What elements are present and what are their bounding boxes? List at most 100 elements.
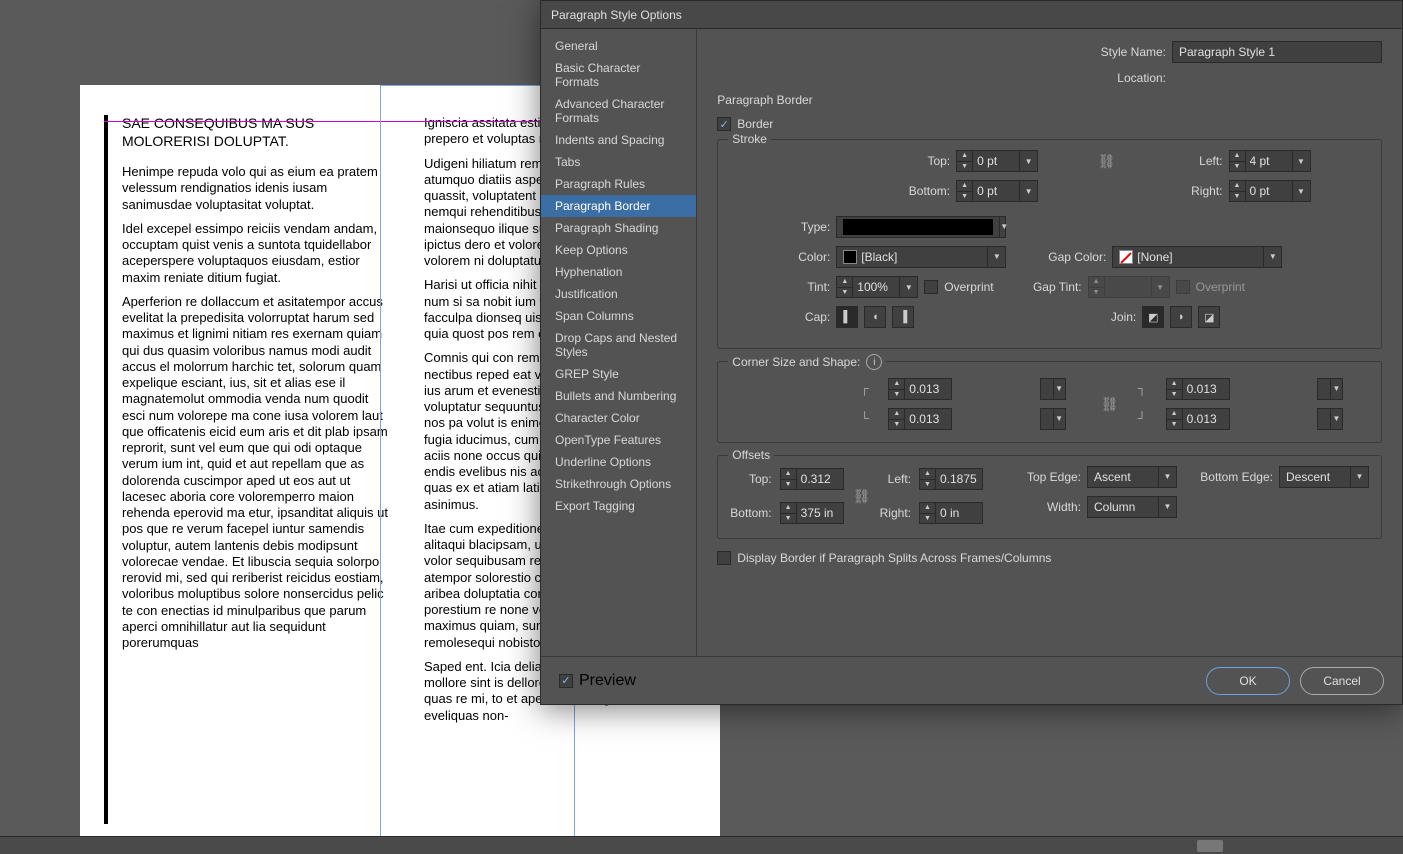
corner-br-shape[interactable]: ▼ — [1317, 408, 1343, 430]
offset-left-spinner[interactable]: ▲▼ — [919, 468, 983, 490]
corner-bl-spinner[interactable]: ▲▼ — [888, 408, 1031, 430]
corner-tl-shape[interactable]: ▼ — [1040, 378, 1066, 400]
sidebar-item-strikethrough-options[interactable]: Strikethrough Options — [541, 473, 696, 495]
gap-overprint-label: Overprint — [1196, 280, 1245, 294]
cap-butt-icon[interactable]: ▌ — [836, 306, 858, 328]
sidebar-item-indents-and-spacing[interactable]: Indents and Spacing — [541, 129, 696, 151]
bottom-edge-label: Bottom Edge: — [1183, 470, 1273, 484]
sidebar-item-span-columns[interactable]: Span Columns — [541, 305, 696, 327]
dropdown-icon[interactable]: ▼ — [1020, 150, 1038, 172]
horizontal-scrollbar[interactable] — [0, 836, 1403, 854]
style-name-input[interactable] — [1172, 41, 1382, 63]
body-paragraph: Henimpe repuda volo qui as eium ea prate… — [122, 164, 394, 213]
sidebar-item-advanced-character-formats[interactable]: Advanced Character Formats — [541, 93, 696, 129]
scroll-thumb[interactable] — [1197, 840, 1223, 852]
type-label: Type: — [730, 220, 830, 234]
stroke-bottom-label: Bottom: — [850, 184, 956, 198]
corner-legend: Corner Size and Shape: — [732, 355, 860, 369]
style-name-label: Style Name: — [1066, 45, 1166, 59]
corner-bl-icon: └ — [860, 411, 876, 427]
dropdown-icon[interactable]: ▼ — [1293, 180, 1311, 202]
corner-link-icon[interactable]: ⛓ — [1100, 396, 1120, 413]
link-icon[interactable]: ⛓ — [852, 488, 872, 505]
offset-right-spinner[interactable]: ▲▼ — [919, 502, 983, 524]
corner-tl-spinner[interactable]: ▲▼ — [888, 378, 1031, 400]
sidebar-item-paragraph-border[interactable]: Paragraph Border — [541, 195, 696, 217]
cap-projecting-icon[interactable]: ▐ — [892, 306, 914, 328]
dropdown-icon[interactable]: ▼ — [1293, 150, 1311, 172]
color-label: Color: — [730, 250, 830, 264]
sidebar-item-underline-options[interactable]: Underline Options — [541, 451, 696, 473]
join-miter-icon[interactable]: ◩ — [1142, 306, 1164, 328]
offsets-legend: Offsets — [728, 448, 774, 462]
sidebar-item-paragraph-rules[interactable]: Paragraph Rules — [541, 173, 696, 195]
info-icon[interactable]: i — [866, 354, 882, 370]
tint-spinner[interactable]: ▲▼ — [836, 276, 900, 298]
top-edge-select[interactable]: Ascent▼ — [1087, 466, 1177, 488]
offset-bottom-spinner[interactable]: ▲▼ — [780, 502, 844, 524]
dropdown-icon[interactable]: ▼ — [1020, 180, 1038, 202]
stroke-right-label: Right: — [1133, 184, 1229, 198]
sidebar-item-drop-caps-and-nested-styles[interactable]: Drop Caps and Nested Styles — [541, 327, 696, 363]
sidebar-item-grep-style[interactable]: GREP Style — [541, 363, 696, 385]
sidebar-item-paragraph-shading[interactable]: Paragraph Shading — [541, 217, 696, 239]
gap-color-select[interactable]: [None]▼ — [1112, 246, 1282, 268]
width-label: Width: — [1011, 500, 1081, 514]
join-round-icon[interactable]: ◗ — [1170, 306, 1192, 328]
body-paragraph: Aperferion re dollaccum et asitatempor a… — [122, 294, 394, 652]
stroke-color-select[interactable]: [Black]▼ — [836, 246, 1006, 268]
gap-overprint-checkbox — [1176, 280, 1190, 294]
stroke-group: Stroke Top: ▲▼▼ ⛓ Left: ▲▼▼ Bottom: ▲▼▼ … — [717, 139, 1382, 349]
sidebar-item-general[interactable]: General — [541, 35, 696, 57]
sidebar-item-export-tagging[interactable]: Export Tagging — [541, 495, 696, 517]
offset-top-label: Top: — [730, 472, 771, 486]
corner-br-spinner[interactable]: ▲▼ — [1166, 408, 1309, 430]
offset-left-label: Left: — [880, 472, 911, 486]
corner-tr-spinner[interactable]: ▲▼ — [1166, 378, 1309, 400]
join-bevel-icon[interactable]: ◪ — [1198, 306, 1220, 328]
width-select[interactable]: Column▼ — [1087, 496, 1177, 518]
sidebar-item-opentype-features[interactable]: OpenType Features — [541, 429, 696, 451]
stroke-left-label: Left: — [1133, 154, 1229, 168]
sidebar-item-bullets-and-numbering[interactable]: Bullets and Numbering — [541, 385, 696, 407]
stroke-left-spinner[interactable]: ▲▼ — [1229, 150, 1293, 172]
sidebar-item-character-color[interactable]: Character Color — [541, 407, 696, 429]
stroke-top-spinner[interactable]: ▲▼ — [956, 150, 1020, 172]
cap-label: Cap: — [730, 310, 830, 324]
preview-checkbox[interactable] — [559, 674, 573, 688]
corner-group: Corner Size and Shape: i ┌ ▲▼ ▼ ⛓ ┐ ▲▼ ▼… — [717, 361, 1382, 443]
cancel-button[interactable]: Cancel — [1300, 667, 1384, 695]
dropdown-icon: ▼ — [1152, 276, 1170, 298]
sidebar-item-tabs[interactable]: Tabs — [541, 151, 696, 173]
text-column-1[interactable]: SAE CONSEQUIBUS MA SUS MOLORERISI DOLUPT… — [104, 115, 394, 824]
cap-round-icon[interactable]: ◖ — [864, 306, 886, 328]
overprint-checkbox[interactable] — [924, 280, 938, 294]
gap-color-label: Gap Color: — [1036, 250, 1106, 264]
body-paragraph: Idel excepel essimpo reiciis vendam anda… — [122, 221, 394, 286]
sidebar-item-justification[interactable]: Justification — [541, 283, 696, 305]
stroke-bottom-spinner[interactable]: ▲▼ — [956, 180, 1020, 202]
offset-top-spinner[interactable]: ▲▼ — [780, 468, 844, 490]
border-checkbox-label: Border — [737, 117, 773, 131]
gap-tint-label: Gap Tint: — [1012, 280, 1082, 294]
ok-button[interactable]: OK — [1206, 667, 1290, 695]
sidebar-item-hyphenation[interactable]: Hyphenation — [541, 261, 696, 283]
bottom-edge-select[interactable]: Descent▼ — [1279, 466, 1369, 488]
stroke-right-spinner[interactable]: ▲▼ — [1229, 180, 1293, 202]
sidebar-item-basic-character-formats[interactable]: Basic Character Formats — [541, 57, 696, 93]
corner-tl-icon: ┌ — [860, 381, 876, 397]
stroke-type-select[interactable]: ▼ — [836, 216, 1006, 238]
paragraph-border-panel: Style Name: Location: Paragraph Border B… — [697, 29, 1402, 656]
corner-tr-shape[interactable]: ▼ — [1317, 378, 1343, 400]
panel-heading: Paragraph Border — [717, 93, 1382, 107]
display-split-checkbox[interactable] — [717, 551, 731, 565]
sidebar-item-keep-options[interactable]: Keep Options — [541, 239, 696, 261]
border-checkbox[interactable] — [717, 117, 731, 131]
dropdown-icon[interactable]: ▼ — [900, 276, 918, 298]
corner-bl-shape[interactable]: ▼ — [1040, 408, 1066, 430]
dialog-footer: Preview OK Cancel — [541, 656, 1402, 704]
offset-right-label: Right: — [880, 506, 911, 520]
link-icon[interactable]: ⛓ — [1097, 153, 1117, 170]
preview-label: Preview — [579, 672, 636, 690]
stroke-top-label: Top: — [850, 154, 956, 168]
